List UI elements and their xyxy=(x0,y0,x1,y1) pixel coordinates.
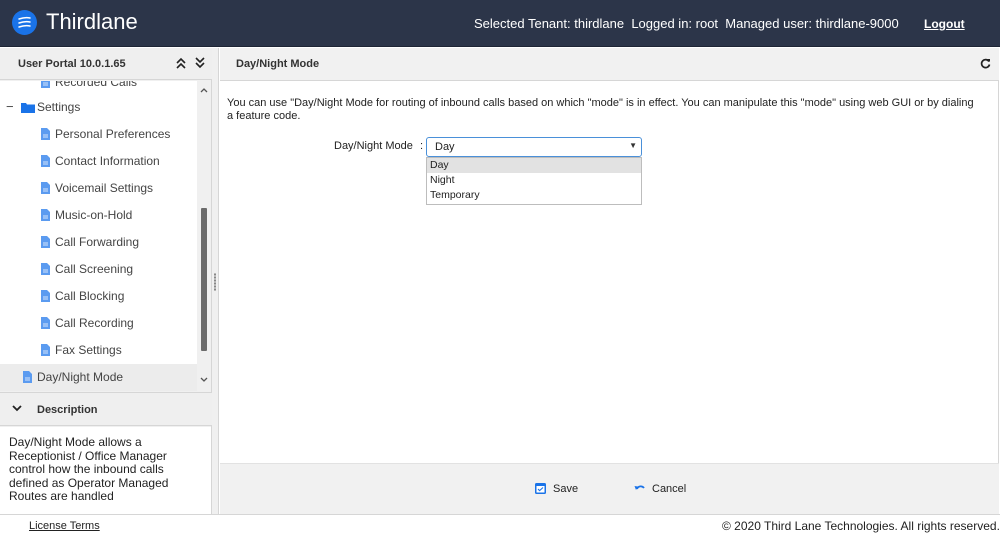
tree-item-label: Personal Preferences xyxy=(55,127,171,141)
day-night-mode-select[interactable]: Day ▼ xyxy=(426,137,642,157)
portal-title: User Portal 10.0.1.65 xyxy=(18,58,126,70)
save-label: Save xyxy=(553,483,579,495)
tree-item-label: Call Recording xyxy=(55,316,134,330)
copyright-text: © 2020 Third Lane Technologies. All righ… xyxy=(722,519,1000,533)
chevron-down-icon xyxy=(12,401,22,415)
option-temporary[interactable]: Temporary xyxy=(427,188,641,203)
tree-item-call-forwarding[interactable]: Call Forwarding xyxy=(0,229,197,256)
document-icon xyxy=(41,263,50,275)
tree-item-fax-settings[interactable]: Fax Settings xyxy=(0,337,197,364)
intro-text: You can use "Day/Night Mode for routing … xyxy=(227,97,974,122)
document-icon xyxy=(41,81,50,88)
tree-item-call-recording[interactable]: Call Recording xyxy=(0,310,197,337)
tree-item-label: Voicemail Settings xyxy=(55,181,154,195)
document-icon xyxy=(41,155,50,167)
logout-link[interactable]: Logout xyxy=(924,17,965,31)
day-night-mode-options: Day Night Temporary xyxy=(426,157,642,205)
action-bar: Save Cancel xyxy=(220,463,999,514)
tree-item-voicemail-settings[interactable]: Voicemail Settings xyxy=(0,175,197,202)
document-icon xyxy=(23,371,32,383)
tree-item-contact-information[interactable]: Contact Information xyxy=(0,148,197,175)
tree-item-label: Call Forwarding xyxy=(55,235,140,249)
double-chevron-down-icon xyxy=(195,57,205,69)
navigation-panel: User Portal 10.0.1.65 Recorded Calls − S… xyxy=(0,48,212,514)
license-terms-link[interactable]: License Terms xyxy=(29,520,100,532)
save-icon xyxy=(535,483,546,494)
document-icon xyxy=(41,344,50,356)
page-title: Day/Night Mode xyxy=(236,58,320,70)
field-label-text: Day/Night Mode xyxy=(334,140,413,152)
scroll-up-button[interactable] xyxy=(197,85,211,96)
top-bar: Thirdlane Selected Tenant: thirdlane Log… xyxy=(0,0,1000,47)
tree-item-settings[interactable]: − Settings xyxy=(0,94,197,121)
tree-item-label: Call Screening xyxy=(55,262,134,276)
collapse-all-button[interactable] xyxy=(176,57,186,71)
undo-icon xyxy=(634,485,645,490)
thirdlane-logo-icon xyxy=(12,10,37,35)
document-icon xyxy=(41,182,50,194)
splitter-grip-icon xyxy=(214,273,216,291)
refresh-button[interactable] xyxy=(980,57,991,72)
option-day[interactable]: Day xyxy=(427,158,641,173)
cancel-label: Cancel xyxy=(652,483,687,495)
tree-item-label: Call Blocking xyxy=(55,289,125,303)
double-chevron-up-icon xyxy=(176,57,186,69)
select-value: Day xyxy=(435,141,455,153)
navigation-header: User Portal 10.0.1.65 xyxy=(0,48,212,80)
document-icon xyxy=(41,128,50,140)
field-label-separator: : xyxy=(419,140,423,152)
chevron-down-icon xyxy=(200,377,208,382)
document-icon xyxy=(41,290,50,302)
option-night[interactable]: Night xyxy=(427,173,641,188)
document-icon xyxy=(41,209,50,221)
tree-item-label: Fax Settings xyxy=(55,343,122,357)
folder-icon xyxy=(21,103,35,113)
description-header[interactable]: Description xyxy=(0,392,212,426)
panel-splitter[interactable] xyxy=(212,48,219,514)
tree-item-label: Recorded Calls xyxy=(55,81,138,89)
main-header: Day/Night Mode xyxy=(220,48,999,81)
session-info: Selected Tenant: thirdlane Logged in: ro… xyxy=(474,16,899,31)
description-title: Description xyxy=(37,404,98,416)
refresh-icon xyxy=(980,58,991,69)
tree-item-personal-preferences[interactable]: Personal Preferences xyxy=(0,121,197,148)
description-text: Day/Night Mode allows a Receptionist / O… xyxy=(0,427,211,514)
document-icon xyxy=(41,317,50,329)
app-title: Thirdlane xyxy=(46,9,138,34)
tree-scrollbar[interactable] xyxy=(197,81,211,391)
scroll-thumb[interactable] xyxy=(201,208,207,351)
main-panel: Day/Night Mode You can use "Day/Night Mo… xyxy=(220,48,999,514)
tree-item-label: Day/Night Mode xyxy=(37,370,124,384)
tree-item-music-on-hold[interactable]: Music-on-Hold xyxy=(0,202,197,229)
tree-item-call-screening[interactable]: Call Screening xyxy=(0,256,197,283)
expand-all-button[interactable] xyxy=(195,57,205,71)
scroll-down-button[interactable] xyxy=(197,375,211,386)
tree-item-label: Music-on-Hold xyxy=(55,208,133,222)
chevron-up-icon xyxy=(200,88,208,93)
tree-item-label: Contact Information xyxy=(55,154,160,168)
tree-item-call-blocking[interactable]: Call Blocking xyxy=(0,283,197,310)
collapse-toggle[interactable]: − xyxy=(6,99,14,114)
navigation-tree: Recorded Calls − Settings Personal Prefe… xyxy=(0,81,197,391)
page-footer: License Terms © 2020 Third Lane Technolo… xyxy=(0,514,1000,537)
caret-down-icon: ▼ xyxy=(629,141,637,150)
tree-item-label: Settings xyxy=(37,100,81,114)
day-night-mode-label: Day/Night Mode : xyxy=(334,140,423,152)
tree-item-day-night-mode[interactable]: Day/Night Mode xyxy=(0,364,197,391)
document-icon xyxy=(41,236,50,248)
